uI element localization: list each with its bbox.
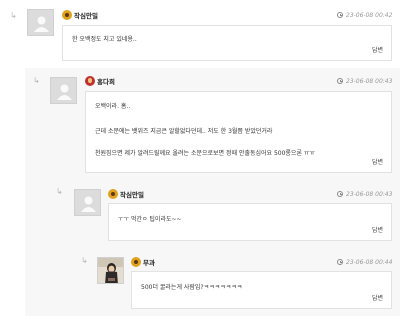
author[interactable]: 무과	[131, 256, 155, 268]
level-badge-icon	[108, 189, 118, 199]
level-badge-icon	[131, 257, 141, 267]
avatar[interactable]	[97, 257, 124, 284]
reply-arrow-icon: ↳	[33, 76, 40, 85]
level-badge-icon	[62, 10, 72, 20]
clock-icon	[337, 78, 343, 84]
reply-button[interactable]: 답변	[372, 157, 383, 166]
comment-text: ㅜㅜ 먹간ㅇ 팁이라도~~	[118, 216, 182, 223]
default-user-icon	[28, 10, 53, 35]
timestamp-text: 23-06-08 00:44	[346, 258, 393, 266]
clock-icon	[337, 12, 343, 18]
avatar[interactable]	[74, 189, 101, 216]
reply-arrow-icon: ↳	[10, 11, 17, 20]
author-name: 작심만밀	[120, 191, 144, 199]
default-user-icon	[75, 190, 100, 215]
comment-body: ㅜㅜ 먹간ㅇ 팁이라도~~ 답변	[108, 203, 392, 241]
author[interactable]: 홍다희	[85, 75, 115, 87]
reply-arrow-icon: ↳	[56, 187, 63, 196]
clock-icon	[337, 259, 343, 265]
comment-text: 천원짐으면 제가 알려드릴께요 올려는 소문으로보면 정때 안출동심어요 500…	[95, 150, 315, 157]
default-user-icon	[51, 78, 76, 103]
comment-body: 500더 꿀라는게 사람임?ㅋㅋㅋㅋㅋㅋㅋ 답변	[131, 271, 392, 309]
timestamp-text: 23-06-08 00:42	[346, 11, 393, 19]
comment-text: 500더 꿀라는게 사람임?ㅋㅋㅋㅋㅋㅋㅋ	[141, 284, 243, 291]
timestamp-text: 23-06-08 00:43	[346, 190, 393, 198]
timestamp: 23-06-08 00:43	[337, 75, 392, 87]
timestamp: 23-06-08 00:44	[337, 256, 392, 268]
author-name: 홍다희	[97, 78, 115, 86]
timestamp: 23-06-08 00:43	[337, 188, 392, 200]
comment-body: 오백이라. 흠.. 근데 소문에는 뱃위즈 지금은 알할없다던데.. 저도 한 …	[85, 91, 392, 173]
author[interactable]: 작심만밀	[108, 188, 144, 200]
timestamp: 23-06-08 00:42	[337, 9, 392, 21]
reply-button[interactable]: 답변	[372, 225, 383, 234]
author-name: 무과	[143, 259, 155, 267]
author-name: 작심만밀	[74, 12, 98, 20]
comment-text: 오백이라. 흠..	[95, 103, 131, 110]
comment-text: 한 오백정도 지고 있네용..	[72, 36, 137, 43]
timestamp-text: 23-06-08 00:43	[346, 77, 393, 85]
comment-body: 한 오백정도 지고 있네용.. 답변	[62, 25, 392, 61]
clock-icon	[337, 191, 343, 197]
reply-button[interactable]: 답변	[372, 45, 383, 54]
comment-text: 근데 소문에는 뱃위즈 지금은 알할없다던데.. 저도 한 3월쯤 받았던거라	[95, 128, 273, 135]
level-badge-icon	[85, 76, 95, 86]
reply-button[interactable]: 답변	[372, 293, 383, 302]
avatar[interactable]	[50, 77, 77, 104]
author[interactable]: 작심만밀	[62, 9, 98, 21]
user-photo-icon	[98, 258, 123, 283]
reply-arrow-icon: ↳	[81, 256, 88, 265]
avatar[interactable]	[27, 9, 54, 36]
